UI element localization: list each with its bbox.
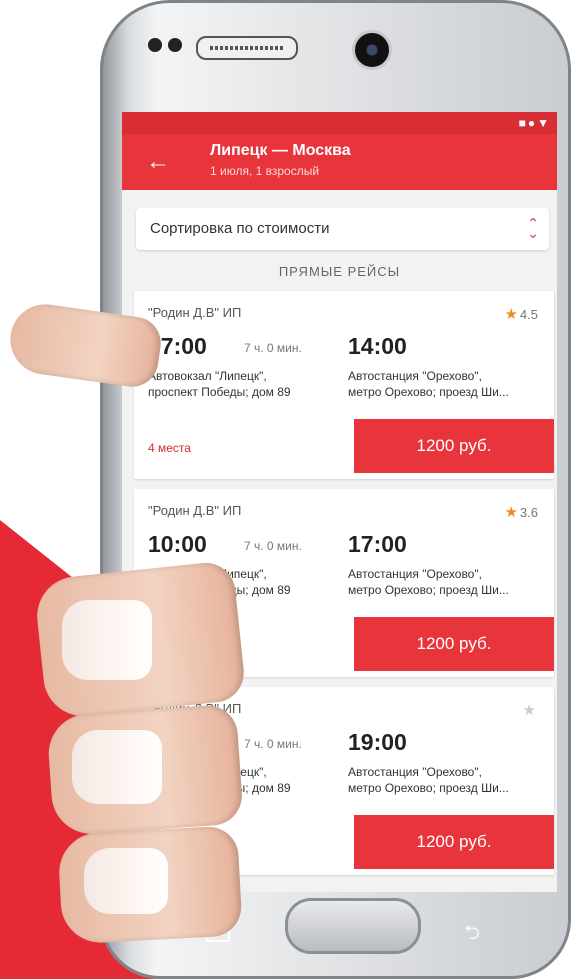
app-screen: ■●▼ ← Липецк — Москва 1 июля, 1 взрослый…	[122, 112, 557, 892]
departure-address: проспект Победы; дом 89	[148, 781, 291, 795]
status-bar: ■●▼	[122, 112, 557, 134]
seats-available: 4 места	[148, 441, 191, 455]
arrival-address: метро Орехово; проезд Ши...	[348, 781, 509, 795]
phone-speaker	[196, 36, 298, 60]
departure-address: проспект Победы; дом 89	[148, 385, 291, 399]
trip-duration: 7 ч. 0 мин.	[244, 737, 302, 751]
seats-available: 4 места	[148, 837, 191, 851]
arrival-time: 19:00	[348, 729, 407, 755]
section-header: ПРЯМЫЕ РЕЙСЫ	[278, 264, 401, 279]
star-icon: ★	[504, 504, 518, 521]
trip-duration: 7 ч. 0 мин.	[244, 341, 302, 355]
trip-card[interactable]: "Родин Д.В" ИП ★ 12:00 7 ч. 0 мин. 19:00…	[134, 687, 554, 875]
departure-station: Автовокзал "Липецк",	[148, 765, 267, 779]
buy-ticket-button[interactable]: 1200 руб.	[354, 419, 554, 473]
buy-ticket-button[interactable]: 1200 руб.	[354, 617, 554, 671]
seats-available: 4 места	[148, 639, 191, 653]
carrier-name: "Родин Д.В" ИП	[148, 701, 242, 716]
rating: ★ 4.5	[504, 305, 538, 323]
trip-card[interactable]: "Родин Д.В" ИП ★ 3.6 10:00 7 ч. 0 мин. 17…	[134, 489, 554, 677]
departure-time: 12:00	[148, 729, 207, 755]
rating-value: 4.5	[519, 307, 538, 322]
trip-card[interactable]: "Родин Д.В" ИП ★ 4.5 07:00 7 ч. 0 мин. 14…	[134, 291, 554, 479]
chevron-up-down-icon: ⌃ ⌄	[527, 215, 539, 241]
departure-station: Автовокзал "Липецк",	[148, 567, 267, 581]
route-subtitle: 1 июля, 1 взрослый	[210, 164, 320, 178]
star-icon: ★	[504, 306, 518, 323]
sort-select[interactable]: Сортировка по стоимости ⌃ ⌄	[136, 208, 549, 250]
route-title: Липецк — Москва	[210, 142, 351, 159]
phone-sensors	[148, 38, 188, 57]
buy-ticket-button[interactable]: 1200 руб.	[354, 815, 554, 869]
departure-time: 10:00	[148, 531, 207, 557]
back-nav-icon[interactable]: ⮌	[464, 918, 480, 952]
app-bar: ← Липецк — Москва 1 июля, 1 взрослый	[122, 134, 557, 190]
arrival-address: метро Орехово; проезд Ши...	[348, 583, 509, 597]
home-button[interactable]	[285, 898, 421, 954]
arrival-address: метро Орехово; проезд Ши...	[348, 385, 509, 399]
departure-station: Автовокзал "Липецк",	[148, 369, 267, 383]
arrival-station: Автостанция "Орехово",	[348, 765, 482, 779]
departure-time: 07:00	[148, 333, 207, 359]
rating: ★ 3.6	[504, 503, 538, 521]
status-icons: ■●▼	[518, 116, 551, 130]
arrival-time: 17:00	[348, 531, 407, 557]
trip-duration: 7 ч. 0 мин.	[244, 539, 302, 553]
carrier-name: "Родин Д.В" ИП	[148, 503, 242, 518]
rating: ★	[523, 701, 538, 719]
arrival-station: Автостанция "Орехово",	[348, 369, 482, 383]
star-icon: ★	[522, 702, 536, 719]
recent-apps-icon[interactable]	[206, 922, 230, 942]
arrival-station: Автостанция "Орехово",	[348, 567, 482, 581]
arrow-left-icon[interactable]: ←	[146, 148, 170, 176]
arrival-time: 14:00	[348, 333, 407, 359]
departure-address: проспект Победы; дом 89	[148, 583, 291, 597]
front-camera	[352, 30, 392, 70]
carrier-name: "Родин Д.В" ИП	[148, 305, 242, 320]
rating-value: 3.6	[519, 505, 538, 520]
sort-label: Сортировка по стоимости	[150, 220, 330, 237]
